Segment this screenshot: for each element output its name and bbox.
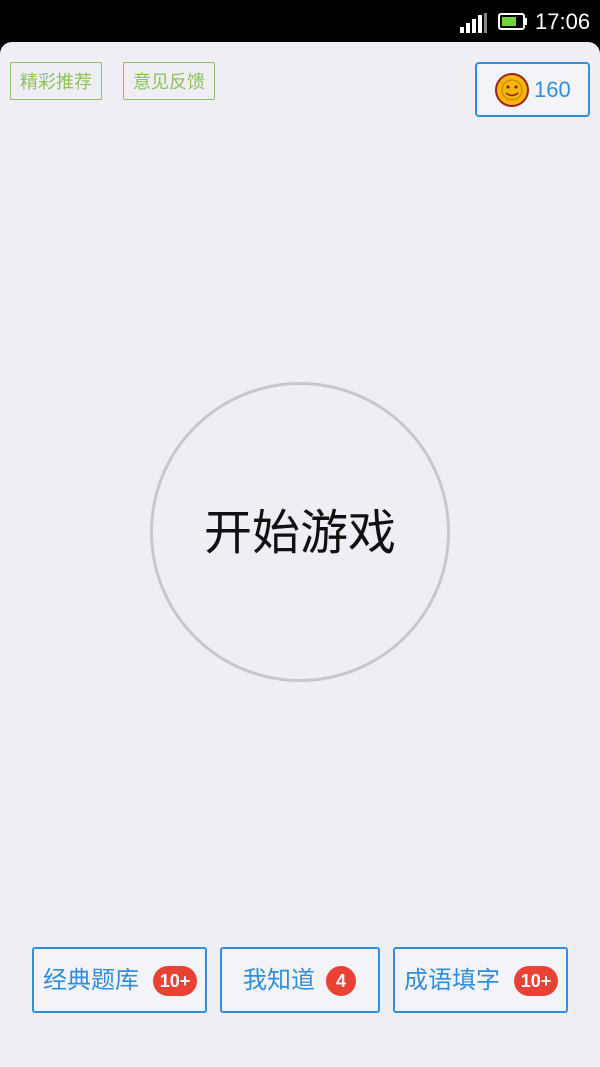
coin-balance-button[interactable]: 160 [475, 62, 590, 117]
status-bar: 17:06 [0, 0, 600, 42]
idiom-fill-button[interactable]: 成语填字 10+ [393, 947, 568, 1013]
recommend-button[interactable]: 精彩推荐 [10, 62, 102, 100]
i-know-badge: 4 [326, 966, 356, 996]
i-know-button[interactable]: 我知道 4 [220, 947, 380, 1013]
feedback-button[interactable]: 意见反馈 [123, 62, 215, 100]
i-know-label: 我知道 [243, 966, 315, 994]
start-game-label: 开始游戏 [203, 505, 396, 561]
start-game-button[interactable]: 开始游戏 [150, 382, 450, 682]
classic-questions-button[interactable]: 经典题库 10+ [32, 947, 207, 1013]
app-screen: 精彩推荐 意见反馈 160 开始游戏 经典题库 10+ 我知道 4 成语填字 1… [0, 42, 600, 1067]
signal-icon [460, 13, 487, 33]
classic-questions-label: 经典题库 [43, 966, 139, 994]
battery-icon [498, 13, 527, 30]
coin-icon [495, 73, 529, 107]
coin-count: 160 [534, 77, 571, 102]
classic-questions-badge: 10+ [153, 966, 197, 996]
status-time: 17:06 [535, 9, 591, 34]
idiom-fill-badge: 10+ [514, 966, 558, 996]
idiom-fill-label: 成语填字 [404, 966, 500, 994]
